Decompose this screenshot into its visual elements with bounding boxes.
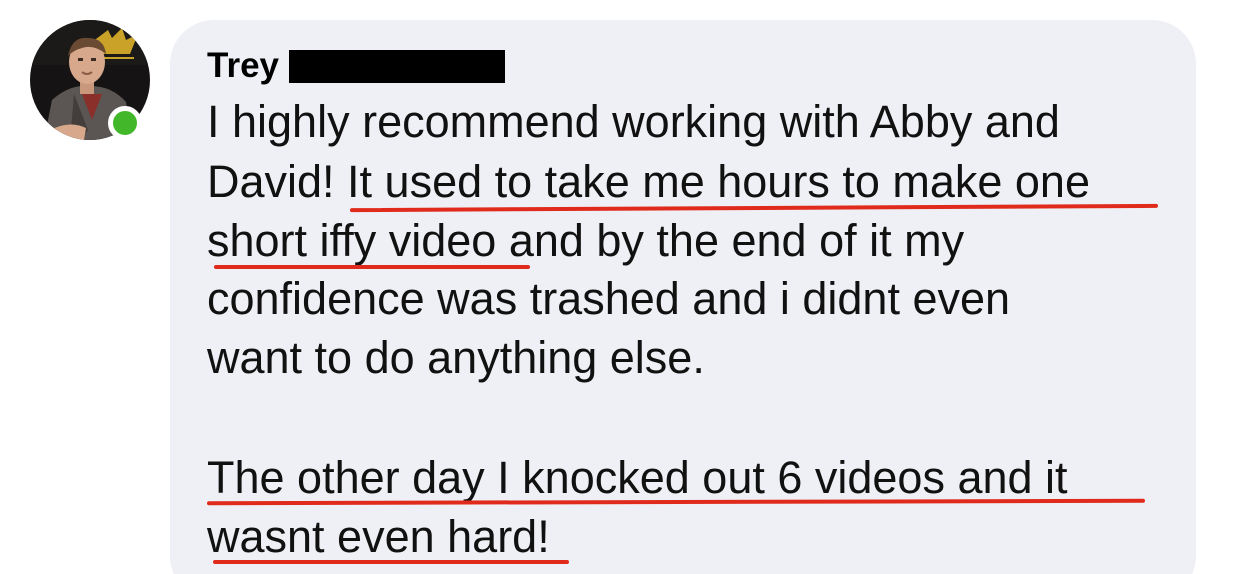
comment-text-line: wasnt even hard! (207, 511, 550, 562)
comment-screenshot: Trey I highly recommend working with Abb… (0, 0, 1237, 574)
comment-text-line: I highly recommend working with Abby and (207, 96, 1060, 147)
author-name[interactable]: Trey (207, 44, 279, 88)
comment-text-line: David! It used to take me hours to make … (207, 156, 1090, 207)
comment-text-line: short iffy video and by the end of it my (207, 215, 965, 266)
comment-text-line: want to do anything else. (207, 332, 705, 383)
red-underline-annotation (214, 265, 530, 269)
comment-text-line: confidence was trashed and i didnt even (207, 273, 1011, 324)
comment-text-line: The other day I knocked out 6 videos and… (207, 452, 1068, 503)
online-status-dot (108, 106, 142, 140)
redacted-surname-bar (289, 49, 505, 83)
comment-header: Trey (207, 44, 505, 88)
red-underline-annotation (213, 560, 569, 564)
